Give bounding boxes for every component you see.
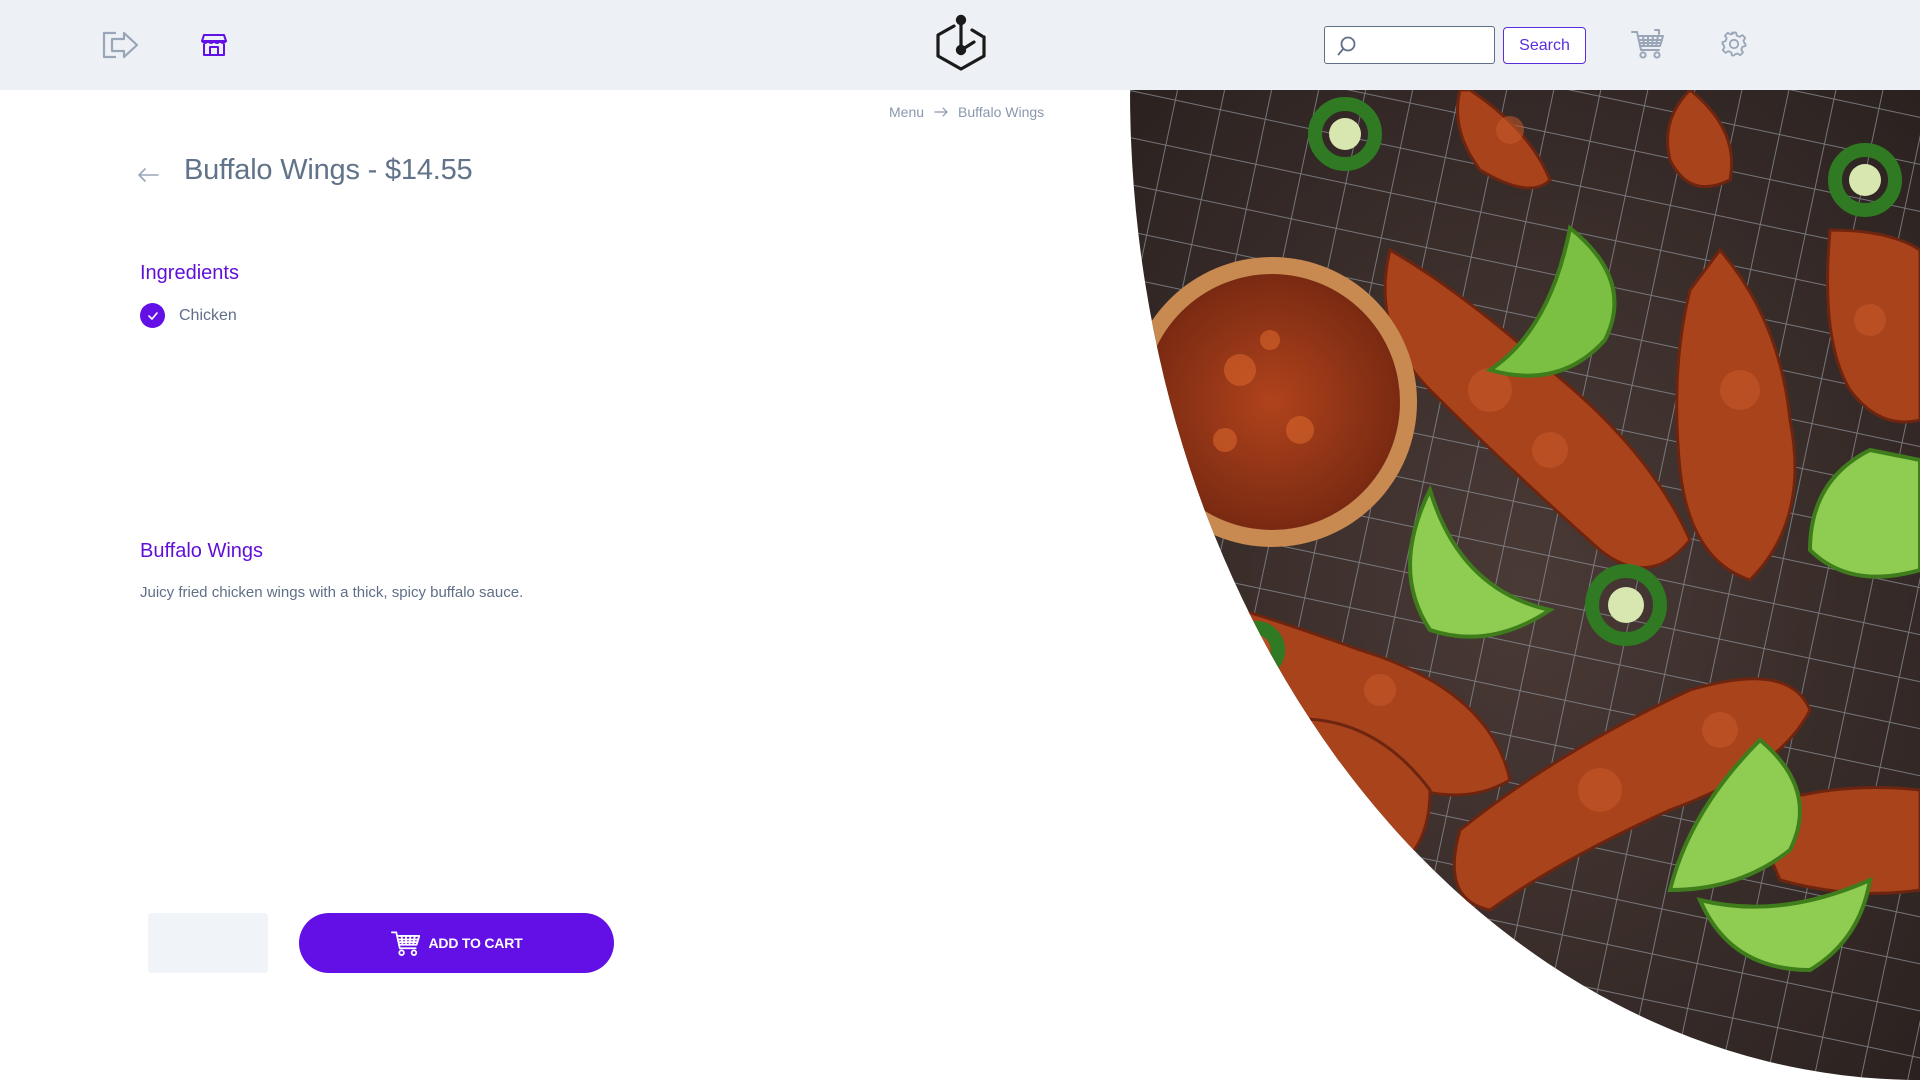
buffalo-wings-photo <box>1130 90 1920 1080</box>
description-heading: Buffalo Wings <box>140 540 264 562</box>
ingredient-label: Chicken <box>179 306 237 324</box>
breadcrumb-menu-link[interactable]: Menu <box>889 104 924 120</box>
product-image <box>1130 90 1920 1080</box>
page-title: Buffalo Wings - $14.55 <box>184 154 473 186</box>
search-input[interactable] <box>1365 27 1493 63</box>
cart-icon <box>390 931 420 956</box>
product-description: Juicy fried chicken wings with a thick, … <box>140 584 524 601</box>
add-to-cart-button[interactable]: ADD TO CART <box>299 913 614 973</box>
search-box <box>1324 26 1495 64</box>
brand-logo-icon[interactable] <box>930 14 992 76</box>
check-icon <box>140 303 165 328</box>
add-to-cart-label: ADD TO CART <box>428 935 523 951</box>
breadcrumb-current-item[interactable]: Buffalo Wings <box>958 104 1044 120</box>
search-button[interactable]: Search <box>1503 27 1586 64</box>
settings-gear-icon[interactable] <box>1718 28 1750 60</box>
arrow-right-icon <box>934 107 948 117</box>
back-arrow-icon[interactable] <box>136 166 160 184</box>
quantity-input[interactable] <box>148 913 268 973</box>
ingredient-item[interactable]: Chicken <box>140 303 237 328</box>
shopping-cart-icon[interactable] <box>1629 26 1667 62</box>
logout-icon[interactable] <box>98 26 142 64</box>
breadcrumb: Menu Buffalo Wings <box>889 104 1044 120</box>
top-navigation-bar: Search <box>0 0 1920 90</box>
store-icon[interactable] <box>198 30 230 60</box>
ingredients-heading: Ingredients <box>140 262 239 284</box>
search-icon <box>1337 36 1356 56</box>
